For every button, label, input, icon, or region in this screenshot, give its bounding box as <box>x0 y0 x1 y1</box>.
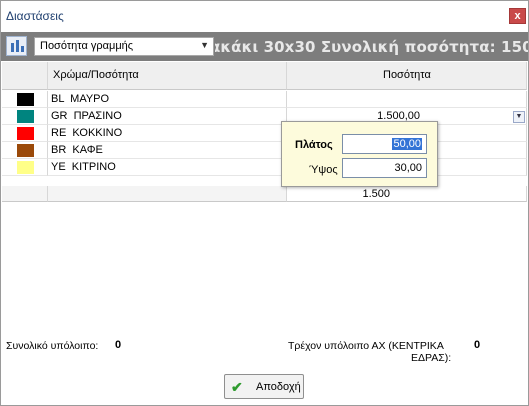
color-name-cell[interactable]: BR ΚΑΦΕ <box>48 142 287 159</box>
table-row[interactable]: RE ΚΟΚΚΙΝΟ <box>2 125 527 142</box>
table-row[interactable]: BL ΜΑΥΡΟ <box>2 91 527 108</box>
accept-button[interactable]: ✔ Αποδοχή <box>224 374 304 399</box>
height-label: Ύψος <box>309 164 338 176</box>
height-input-value: 30,00 <box>394 162 422 174</box>
color-swatch-cell <box>2 159 48 176</box>
color-swatch <box>17 127 34 140</box>
color-name-cell[interactable]: GR ΠΡΑΣΙΝΟ <box>48 108 287 125</box>
current-remaining-label-cont: ΕΔΡΑΣ): <box>411 352 452 364</box>
quantity-mode-value: Ποσότητα γραμμής <box>40 40 134 52</box>
color-name-cell[interactable]: RE ΚΟΚΚΙΝΟ <box>48 125 287 142</box>
grid-header-swatch <box>2 62 48 90</box>
color-swatch <box>17 110 34 123</box>
color-swatch-cell <box>2 108 48 125</box>
grid-header-color[interactable]: Χρώμα/Ποσότητα <box>48 62 287 90</box>
grid-header-quantity-label: Ποσότητα <box>383 69 431 81</box>
quantity-cell[interactable] <box>287 91 527 108</box>
chevron-down-icon: ▼ <box>200 40 209 50</box>
toolbar: Ποσότητα γραμμής ▼ ακάκι 30x30 Συνολική … <box>1 32 528 61</box>
color-swatch <box>17 144 34 157</box>
width-label: Πλάτος <box>295 139 333 151</box>
total-remaining-value: 0 <box>115 339 122 351</box>
color-swatch-cell <box>2 125 48 142</box>
grid-header-color-label: Χρώμα/Ποσότητα <box>53 69 139 81</box>
color-name: YE ΚΙΤΡΙΝΟ <box>51 161 116 173</box>
color-name: GR ΠΡΑΣΙΝΟ <box>51 110 122 122</box>
quantity-dropdown-button[interactable]: ▼ <box>513 111 525 123</box>
total-remaining-label: Συνολικό υπόλοιπο: <box>6 340 99 352</box>
color-swatch-cell <box>2 91 48 108</box>
color-swatch <box>17 93 34 106</box>
color-name-cell[interactable]: YE ΚΙΤΡΙΝΟ <box>48 159 287 176</box>
calculator-icon[interactable] <box>6 36 27 56</box>
grid-total-row: 1.500 <box>2 186 527 202</box>
color-name: BL ΜΑΥΡΟ <box>51 93 110 105</box>
color-swatch <box>17 161 34 174</box>
table-row[interactable]: GR ΠΡΑΣΙΝΟ 1.500,00 ▼ <box>2 108 527 125</box>
accept-label: Αποδοχή <box>256 381 301 393</box>
title-bar: Διαστάσεις x <box>1 1 528 31</box>
width-input-value: 50,00 <box>392 138 422 150</box>
color-name: RE ΚΟΚΚΙΝΟ <box>51 127 123 139</box>
grid-header-quantity[interactable]: Ποσότητα <box>287 62 527 90</box>
checkmark-icon: ✔ <box>231 379 243 395</box>
table-row[interactable]: YE ΚΙΤΡΙΝΟ <box>2 159 527 176</box>
height-input[interactable]: 30,00 <box>342 158 427 178</box>
dimensions-dialog: Διαστάσεις x Ποσότητα γραμμής ▼ ακάκι 30… <box>0 0 529 406</box>
colors-grid: Χρώμα/Ποσότητα Ποσότητα BL ΜΑΥΡΟ GR ΠΡΑΣΙ… <box>2 62 527 322</box>
grid-total-value: 1.500 <box>362 188 390 200</box>
color-swatch-cell <box>2 142 48 159</box>
quantity-mode-select[interactable]: Ποσότητα γραμμής ▼ <box>34 37 214 56</box>
summary-banner-text: ακάκι 30x30 Συνολική ποσότητα: 1500,00 <box>215 38 528 56</box>
window-title: Διαστάσεις <box>6 9 64 23</box>
dimensions-popup: Πλάτος 50,00 Ύψος 30,00 <box>281 121 438 187</box>
current-remaining-label: Τρέχον υπόλοιπο ΑΧ (ΚΕΝΤΡΙΚΑ <box>288 340 444 352</box>
current-remaining-value: 0 <box>474 339 481 351</box>
color-name: BR ΚΑΦΕ <box>51 144 103 156</box>
width-input[interactable]: 50,00 <box>342 134 427 154</box>
table-row[interactable]: BR ΚΑΦΕ <box>2 142 527 159</box>
close-button[interactable]: x <box>509 8 526 24</box>
summary-banner: ακάκι 30x30 Συνολική ποσότητα: 1500,00 <box>215 38 528 56</box>
color-name-cell[interactable]: BL ΜΑΥΡΟ <box>48 91 287 108</box>
